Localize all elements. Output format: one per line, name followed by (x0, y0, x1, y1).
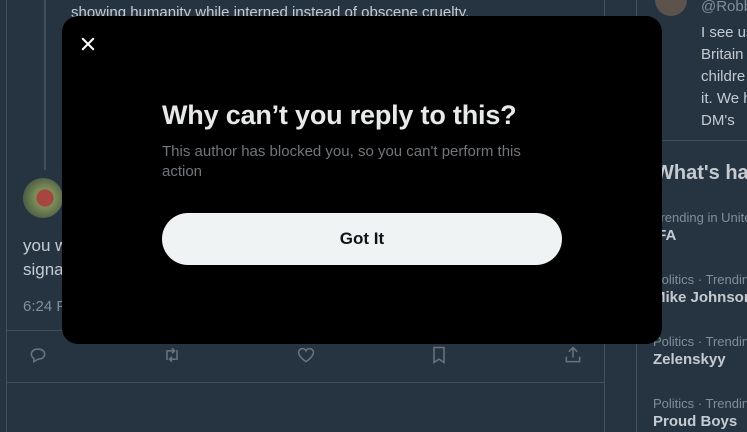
got-it-button[interactable]: Got It (162, 213, 562, 265)
blocked-reply-dialog: Why can’t you reply to this? This author… (62, 16, 662, 344)
close-button[interactable] (76, 32, 100, 56)
dialog-title: Why can’t you reply to this? (162, 100, 517, 130)
dialog-description: This author has blocked you, so you can'… (162, 143, 521, 180)
close-icon (81, 37, 95, 51)
